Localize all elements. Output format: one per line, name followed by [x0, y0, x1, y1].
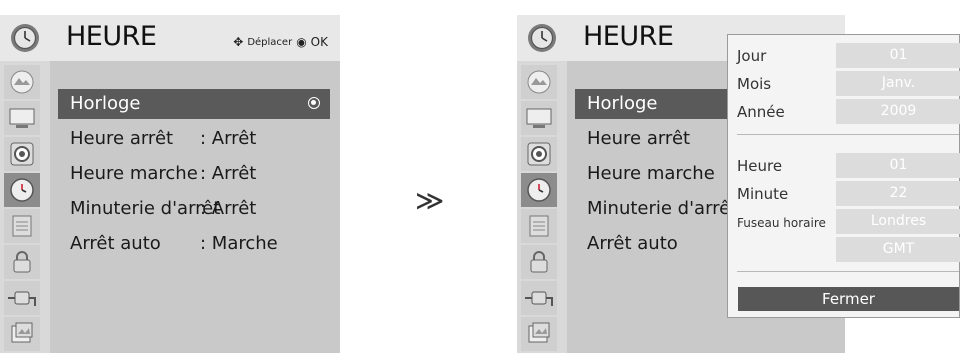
menu-item-label: Arrêt auto — [587, 233, 678, 254]
field-label: Heure — [737, 157, 783, 175]
screen-icon[interactable] — [521, 101, 557, 135]
clock-icon[interactable] — [4, 173, 40, 207]
clock-icon — [11, 24, 39, 52]
options-icon[interactable] — [521, 209, 557, 243]
field-label: Année — [737, 103, 785, 121]
field-label: Mois — [737, 75, 772, 93]
menu-item-label: Horloge — [587, 93, 658, 114]
menu-item-label: Arrêt auto — [70, 233, 161, 254]
close-button[interactable]: Fermer — [738, 287, 959, 311]
clock-settings-popup: Jour 01 Mois Janv. Année 2009 Heure 01 M… — [727, 34, 960, 318]
time-menu-panel: HEURE ✥ Déplacer ◉ OK Horloge Heure arrê… — [0, 15, 340, 353]
lock-icon[interactable] — [521, 245, 557, 279]
timezone-offset-field[interactable]: GMT — [836, 237, 960, 262]
audio-icon[interactable] — [521, 137, 557, 171]
month-field[interactable]: Janv. — [836, 71, 960, 96]
field-row-mois: Mois Janv. — [728, 71, 960, 97]
menu-item-horloge[interactable]: Horloge — [58, 89, 330, 119]
field-row-heure: Heure 01 — [728, 153, 960, 179]
page-title: HEURE — [66, 21, 157, 52]
field-label: Jour — [737, 47, 767, 65]
category-icon-column — [517, 61, 567, 353]
menu-item-heure-marche[interactable]: Heure marche : Arrêt — [58, 159, 330, 189]
double-arrow-icon: ≫ — [415, 184, 445, 217]
picture-icon[interactable] — [521, 65, 557, 99]
hour-field[interactable]: 01 — [836, 153, 960, 178]
clock-icon — [528, 24, 556, 52]
screen-icon[interactable] — [4, 101, 40, 135]
field-row-gmt: GMT — [728, 237, 960, 263]
year-field[interactable]: 2009 — [836, 99, 960, 124]
clock-icon[interactable] — [521, 173, 557, 207]
menu-item-label: Heure arrêt — [70, 128, 174, 149]
navigation-hint: ✥ Déplacer ◉ OK — [233, 35, 328, 49]
field-row-fuseau: Fuseau horaire Londres — [728, 209, 960, 235]
category-icon-column — [0, 61, 50, 353]
menu-item-value: : Arrêt — [200, 128, 257, 149]
field-row-jour: Jour 01 — [728, 43, 960, 69]
field-row-annee: Année 2009 — [728, 99, 960, 125]
menu-item-label: Heure marche — [587, 163, 715, 184]
hint-ok-label: OK — [310, 35, 328, 49]
menu-item-value: : Arrêt — [200, 163, 257, 184]
options-icon[interactable] — [4, 209, 40, 243]
selected-radio-icon — [308, 97, 320, 109]
field-label: Minute — [737, 185, 789, 203]
minute-field[interactable]: 22 — [836, 181, 960, 206]
hint-move-label: Déplacer — [247, 36, 293, 48]
menu-item-label: Heure marche — [70, 163, 198, 184]
lock-icon[interactable] — [4, 245, 40, 279]
audio-icon[interactable] — [4, 137, 40, 171]
move-arrows-icon: ✥ — [233, 35, 244, 49]
menu-item-value: : Marche — [200, 233, 278, 254]
menu-list: Horloge Heure arrêt : Arrêt Heure marche… — [58, 61, 330, 353]
input-icon[interactable] — [4, 281, 40, 315]
divider — [737, 134, 959, 135]
menu-item-label: Minuterie d'arrêt — [70, 198, 221, 219]
field-label: Fuseau horaire — [737, 216, 826, 230]
menu-item-label: Heure arrêt — [587, 128, 691, 149]
menu-item-heure-arret[interactable]: Heure arrêt : Arrêt — [58, 124, 330, 154]
day-field[interactable]: 01 — [836, 43, 960, 68]
photo-icon[interactable] — [521, 317, 557, 351]
menu-item-label: Minuterie d'arrêt — [587, 198, 738, 219]
field-row-minute: Minute 22 — [728, 181, 960, 207]
ok-dot-icon: ◉ — [296, 35, 307, 49]
timezone-city-field[interactable]: Londres — [836, 209, 960, 234]
photo-icon[interactable] — [4, 317, 40, 351]
menu-item-label: Horloge — [70, 93, 141, 114]
input-icon[interactable] — [521, 281, 557, 315]
menu-item-minuterie[interactable]: Minuterie d'arrêt : Arrêt — [58, 194, 330, 224]
menu-header: HEURE ✥ Déplacer ◉ OK — [0, 15, 340, 61]
menu-item-arret-auto[interactable]: Arrêt auto : Marche — [58, 229, 330, 259]
menu-item-value: : Arrêt — [200, 198, 257, 219]
divider — [737, 271, 959, 272]
picture-icon[interactable] — [4, 65, 40, 99]
page-title: HEURE — [583, 21, 674, 52]
